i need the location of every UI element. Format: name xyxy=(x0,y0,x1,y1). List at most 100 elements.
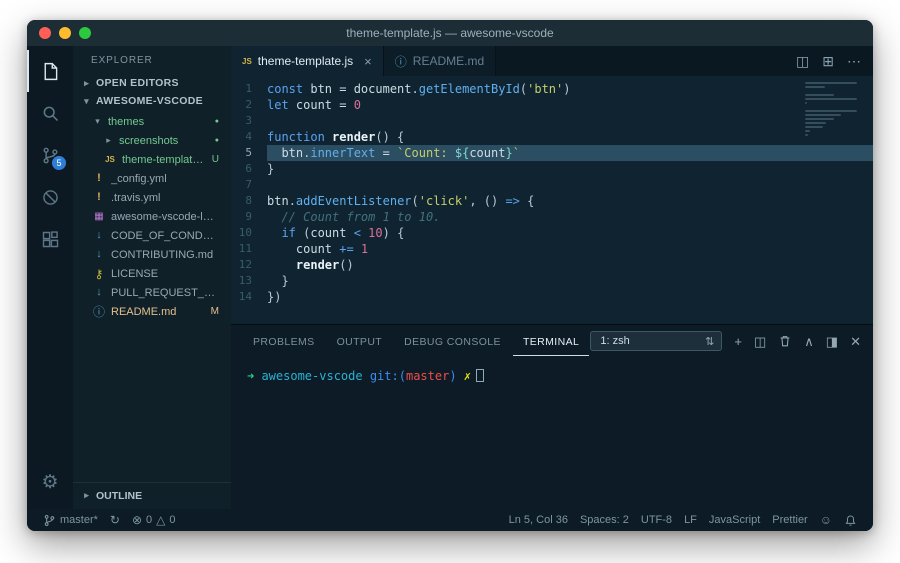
panel-actions: + ◫ ∧ ◨ ✕ xyxy=(734,334,861,348)
bell-icon xyxy=(844,514,857,527)
file-item[interactable]: ▾themes● xyxy=(73,112,231,131)
code-line[interactable]: 11 count += 1 xyxy=(231,241,873,257)
code-line[interactable]: 12 render() xyxy=(231,257,873,273)
panel-tab-terminal[interactable]: TERMINAL xyxy=(513,326,589,356)
split-terminal[interactable]: ◫ xyxy=(754,335,766,348)
branch-label: master* xyxy=(60,514,98,526)
branch-icon xyxy=(43,514,56,527)
line-number: 7 xyxy=(231,177,267,193)
file-item[interactable]: ⚷LICENSE xyxy=(73,264,231,283)
outline-label: OUTLINE xyxy=(96,490,142,502)
code-line[interactable]: 4function render() { xyxy=(231,129,873,145)
code-text: btn.addEventListener('click', () => { xyxy=(267,193,873,209)
tab-label: README.md xyxy=(413,54,484,68)
kill-terminal[interactable] xyxy=(778,334,792,348)
file-label: themes xyxy=(108,116,144,128)
maximize-panel[interactable]: ∧ xyxy=(804,335,814,348)
smiley-icon: ☺ xyxy=(820,514,832,526)
editor-tab[interactable]: ⓘREADME.md xyxy=(384,46,496,76)
activity-debug[interactable] xyxy=(27,176,73,218)
open-editors-label: OPEN EDITORS xyxy=(96,77,179,89)
prompt-segment: ✗ xyxy=(457,369,471,383)
terminal-shell-select[interactable]: 1: zsh ⇅ xyxy=(590,331,722,351)
code-line[interactable]: 5 btn.innerText = `Count: ${count}` xyxy=(231,145,873,161)
code-text: if (count < 10) { xyxy=(267,225,873,241)
activity-extensions[interactable] xyxy=(27,218,73,260)
status-item[interactable]: LF xyxy=(678,514,703,526)
activity-settings[interactable]: ⚙ xyxy=(27,461,73,503)
file-item[interactable]: ↓CONTRIBUTING.md xyxy=(73,245,231,264)
info-icon: ⓘ xyxy=(92,306,106,318)
yaml-icon: ! xyxy=(92,192,106,203)
problems-status[interactable]: ⊗ 0 △ 0 xyxy=(126,514,182,526)
file-item[interactable]: ↓CODE_OF_CONDUCT.... xyxy=(73,226,231,245)
title-bar[interactable]: theme-template.js — awesome-vscode xyxy=(27,20,873,46)
code-line[interactable]: 10 if (count < 10) { xyxy=(231,225,873,241)
traffic-lights xyxy=(39,27,91,39)
file-item[interactable]: JStheme-template....U xyxy=(73,150,231,169)
status-item[interactable]: Ln 5, Col 36 xyxy=(503,514,574,526)
file-item[interactable]: ⓘREADME.mdM xyxy=(73,302,231,321)
editor-tab[interactable]: JStheme-template.js× xyxy=(231,46,384,76)
split-editor[interactable]: ◫ xyxy=(796,54,809,68)
close-tab-icon[interactable]: × xyxy=(364,54,372,69)
feedback-smiley[interactable]: ☺ xyxy=(814,514,838,526)
code-line[interactable]: 1const btn = document.getElementById('bt… xyxy=(231,81,873,97)
file-item[interactable]: ▸screenshots● xyxy=(73,131,231,150)
file-item[interactable]: ▦awesome-vscode-logo... xyxy=(73,207,231,226)
code-line[interactable]: 3 xyxy=(231,113,873,129)
code-line[interactable]: 2let count = 0 xyxy=(231,97,873,113)
status-item[interactable]: UTF-8 xyxy=(635,514,678,526)
line-number: 12 xyxy=(231,257,267,273)
git-dot-icon: ● xyxy=(215,137,219,144)
code-line[interactable]: 13 } xyxy=(231,273,873,289)
warning-icon: △ xyxy=(156,514,165,526)
minimap-line xyxy=(805,86,825,88)
close-window-button[interactable] xyxy=(39,27,51,39)
status-item[interactable]: Spaces: 2 xyxy=(574,514,635,526)
status-item[interactable]: Prettier xyxy=(766,514,813,526)
close-panel[interactable]: ✕ xyxy=(850,335,861,348)
more-actions[interactable]: ⋯ xyxy=(847,54,861,68)
file-item[interactable]: !.travis.yml xyxy=(73,188,231,207)
git-dot-icon: ● xyxy=(215,118,219,125)
code-line[interactable]: 6} xyxy=(231,161,873,177)
panel-tab-output[interactable]: OUTPUT xyxy=(327,326,393,356)
code-line[interactable]: 7 xyxy=(231,177,873,193)
open-editors-section[interactable]: ▸ OPEN EDITORS xyxy=(73,74,231,92)
new-terminal[interactable]: + xyxy=(734,335,742,348)
workspace-root-section[interactable]: ▾ AWESOME-VSCODE xyxy=(73,92,231,110)
prompt-segment: awesome-vscode xyxy=(261,369,362,383)
line-number: 2 xyxy=(231,97,267,113)
panel-tabs: PROBLEMSOUTPUTDEBUG CONSOLETERMINAL xyxy=(243,325,589,357)
move-panel[interactable]: ◨ xyxy=(826,335,838,348)
toggle-layout[interactable]: ⊞ xyxy=(822,54,834,68)
code-line[interactable]: 14}) xyxy=(231,289,873,305)
debug-icon xyxy=(40,187,61,208)
status-bar: master* ↻ ⊗ 0 △ 0 Ln 5, Col 36Spaces: 2U… xyxy=(27,509,873,531)
editor[interactable]: 1const btn = document.getElementById('bt… xyxy=(231,76,873,324)
git-branch-status[interactable]: master* xyxy=(37,514,104,527)
minimize-window-button[interactable] xyxy=(59,27,71,39)
file-item[interactable]: !_config.yml xyxy=(73,169,231,188)
line-number: 13 xyxy=(231,273,267,289)
minimap-line xyxy=(805,98,857,100)
outline-section[interactable]: ▸ OUTLINE xyxy=(73,482,231,509)
terminal[interactable]: ➜ awesome-vscode git:(master) ✗ xyxy=(231,357,873,509)
status-item[interactable]: JavaScript xyxy=(703,514,766,526)
activity-source-control[interactable]: 5 xyxy=(27,134,73,176)
zoom-window-button[interactable] xyxy=(79,27,91,39)
code-line[interactable]: 9 // Count from 1 to 10. xyxy=(231,209,873,225)
code-line[interactable]: 8btn.addEventListener('click', () => { xyxy=(231,193,873,209)
line-number: 9 xyxy=(231,209,267,225)
status-right-items: Ln 5, Col 36Spaces: 2UTF-8LFJavaScriptPr… xyxy=(503,514,814,526)
file-item[interactable]: ↓PULL_REQUEST_TEMP... xyxy=(73,283,231,302)
activity-search[interactable] xyxy=(27,92,73,134)
panel-tab-debug-console[interactable]: DEBUG CONSOLE xyxy=(394,326,511,356)
panel-tab-problems[interactable]: PROBLEMS xyxy=(243,326,325,356)
minimap[interactable] xyxy=(805,82,861,136)
notifications[interactable] xyxy=(838,514,863,527)
activity-bar: 5 ⚙ xyxy=(27,46,73,509)
sync-status[interactable]: ↻ xyxy=(104,514,126,526)
activity-explorer[interactable] xyxy=(27,50,73,92)
